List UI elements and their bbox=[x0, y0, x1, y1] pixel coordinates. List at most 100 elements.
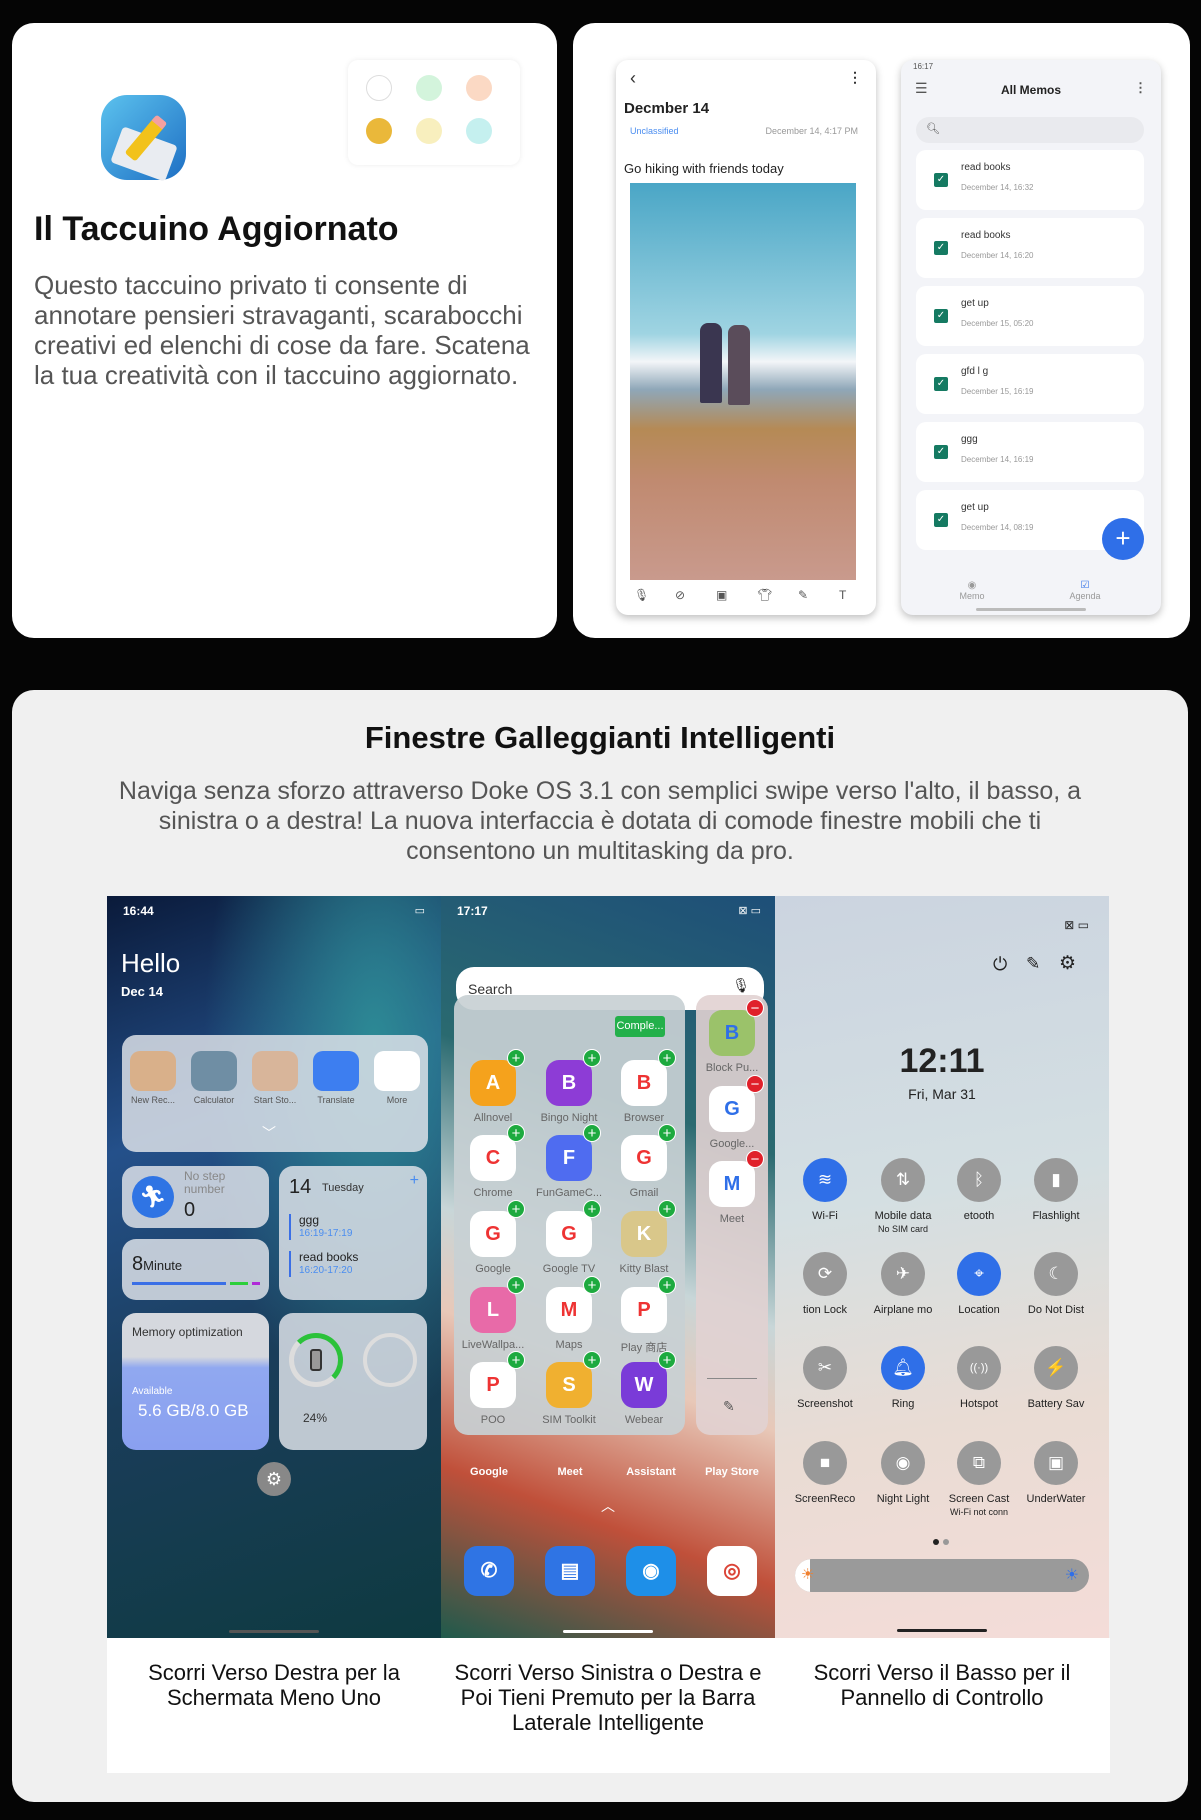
cast-icon[interactable]: ⧉ bbox=[957, 1441, 1001, 1485]
battery-saver-icon[interactable]: ⚡ bbox=[1034, 1346, 1078, 1390]
checkbox-checked-icon[interactable]: ✓ bbox=[934, 309, 948, 323]
add-app-icon[interactable]: + bbox=[658, 1124, 676, 1142]
color-option[interactable] bbox=[366, 118, 392, 144]
screen-record-icon[interactable]: ■ bbox=[803, 1441, 847, 1485]
nav-agenda[interactable]: ☑ Agenda bbox=[1060, 580, 1110, 601]
checkbox-checked-icon[interactable]: ✓ bbox=[934, 513, 948, 527]
microphone-icon[interactable]: 🎙︎ bbox=[634, 588, 649, 602]
sidebar-app-icon[interactable]: M bbox=[709, 1161, 755, 1207]
chevron-up-icon[interactable]: ︿ bbox=[601, 1496, 615, 1516]
calendar-widget[interactable]: 14 Tuesday + ggg 16:19-17:19 read books … bbox=[279, 1166, 427, 1300]
location-icon[interactable]: ⌖ bbox=[957, 1252, 1001, 1296]
note-category[interactable]: Unclassified bbox=[630, 126, 679, 136]
color-option[interactable] bbox=[466, 75, 492, 101]
page-dot[interactable] bbox=[943, 1539, 949, 1545]
underwater-camera-icon[interactable]: ▣ bbox=[1034, 1441, 1078, 1485]
battery-widget[interactable]: 24% bbox=[279, 1313, 427, 1450]
hotspot-icon[interactable]: ((·)) bbox=[957, 1346, 1001, 1390]
add-app-icon[interactable]: + bbox=[507, 1049, 525, 1067]
shortcut-icon[interactable] bbox=[374, 1051, 420, 1091]
app-icon[interactable]: W bbox=[621, 1362, 667, 1408]
home-app-label[interactable]: Assistant bbox=[611, 1466, 691, 1478]
add-app-icon[interactable]: + bbox=[583, 1276, 601, 1294]
flashlight-icon[interactable]: ▮ bbox=[1034, 1158, 1078, 1202]
shortcut-icon[interactable] bbox=[313, 1051, 359, 1091]
add-app-icon[interactable]: + bbox=[658, 1049, 676, 1067]
screenshot-icon[interactable]: ✂ bbox=[803, 1346, 847, 1390]
app-icon[interactable]: P bbox=[621, 1287, 667, 1333]
remove-app-icon[interactable]: − bbox=[746, 999, 764, 1017]
memo-item[interactable]: ✓ read books December 14, 16:32 bbox=[916, 150, 1144, 210]
airplane-icon[interactable]: ✈ bbox=[881, 1252, 925, 1296]
settings-icon[interactable]: ⚙ bbox=[1059, 952, 1076, 975]
add-event-icon[interactable]: + bbox=[410, 1172, 419, 1190]
pen-icon[interactable]: ✎ bbox=[798, 588, 808, 602]
checklist-icon[interactable]: ⊘ bbox=[675, 588, 685, 602]
memo-item[interactable]: ✓ get up December 15, 05:20 bbox=[916, 286, 1144, 346]
steps-widget[interactable]: 🏃︎ No step number 0 bbox=[122, 1166, 269, 1228]
event-item[interactable]: ggg 16:19-17:19 bbox=[289, 1214, 352, 1240]
brightness-slider[interactable]: ☀ ☀ bbox=[795, 1559, 1089, 1592]
add-app-icon[interactable]: + bbox=[583, 1200, 601, 1218]
moon-icon[interactable]: ☾ bbox=[1034, 1252, 1078, 1296]
edit-icon[interactable]: ✎ bbox=[1026, 954, 1040, 974]
page-dot-active[interactable] bbox=[933, 1539, 939, 1545]
app-icon[interactable]: F bbox=[546, 1135, 592, 1181]
checkbox-checked-icon[interactable]: ✓ bbox=[934, 445, 948, 459]
add-memo-button[interactable]: + bbox=[1102, 518, 1144, 560]
back-icon[interactable]: ‹ bbox=[630, 68, 636, 89]
note-body[interactable]: Go hiking with friends today bbox=[624, 161, 784, 176]
memo-search-input[interactable]: 🔍︎ bbox=[916, 117, 1144, 143]
add-app-icon[interactable]: + bbox=[507, 1124, 525, 1142]
auto-brightness-icon[interactable]: ☀ bbox=[1065, 1565, 1079, 1585]
settings-icon[interactable]: ⚙ bbox=[257, 1462, 291, 1496]
text-icon[interactable]: T bbox=[839, 588, 846, 602]
add-app-icon[interactable]: + bbox=[658, 1351, 676, 1369]
app-icon[interactable]: K bbox=[621, 1211, 667, 1257]
messages-icon[interactable]: ▤ bbox=[545, 1546, 595, 1596]
app-icon[interactable]: G bbox=[546, 1211, 592, 1257]
expand-chevron-icon[interactable]: ﹀ bbox=[262, 1123, 276, 1143]
edit-icon[interactable]: ✎ bbox=[723, 1398, 735, 1415]
app-icon[interactable]: B bbox=[621, 1060, 667, 1106]
rotation-lock-icon[interactable]: ⟳ bbox=[803, 1252, 847, 1296]
memo-item[interactable]: ✓ read books December 14, 16:20 bbox=[916, 218, 1144, 278]
bell-icon[interactable]: 🔔︎ bbox=[881, 1346, 925, 1390]
shortcut-icon[interactable] bbox=[252, 1051, 298, 1091]
event-item[interactable]: read books 16:20-17:20 bbox=[289, 1251, 358, 1277]
add-app-icon[interactable]: + bbox=[583, 1049, 601, 1067]
color-option[interactable] bbox=[366, 75, 392, 101]
add-app-icon[interactable]: + bbox=[507, 1351, 525, 1369]
memo-item[interactable]: ✓ gfd l g December 15, 16:19 bbox=[916, 354, 1144, 414]
app-icon[interactable]: C bbox=[470, 1135, 516, 1181]
add-app-icon[interactable]: + bbox=[583, 1351, 601, 1369]
add-app-icon[interactable]: + bbox=[658, 1276, 676, 1294]
camera-icon[interactable]: ◉ bbox=[626, 1546, 676, 1596]
eye-icon[interactable]: ◉ bbox=[881, 1441, 925, 1485]
add-app-icon[interactable]: + bbox=[507, 1200, 525, 1218]
remove-app-icon[interactable]: − bbox=[746, 1150, 764, 1168]
color-option[interactable] bbox=[466, 118, 492, 144]
add-app-icon[interactable]: + bbox=[583, 1124, 601, 1142]
app-icon[interactable]: G bbox=[621, 1135, 667, 1181]
sidebar-app-icon[interactable]: B bbox=[709, 1010, 755, 1056]
checkbox-checked-icon[interactable]: ✓ bbox=[934, 241, 948, 255]
sidebar-app-icon[interactable]: G bbox=[709, 1086, 755, 1132]
color-option[interactable] bbox=[416, 118, 442, 144]
home-app-label[interactable]: Google bbox=[449, 1466, 529, 1478]
color-option[interactable] bbox=[416, 75, 442, 101]
app-icon[interactable]: P bbox=[470, 1362, 516, 1408]
chrome-icon[interactable]: ◎ bbox=[707, 1546, 757, 1596]
add-app-icon[interactable]: + bbox=[658, 1200, 676, 1218]
app-icon[interactable]: M bbox=[546, 1287, 592, 1333]
app-icon[interactable]: L bbox=[470, 1287, 516, 1333]
memory-widget[interactable]: Memory optimization Available 5.6 GB/8.0… bbox=[122, 1313, 269, 1450]
microphone-icon[interactable]: 🎙︎ bbox=[732, 977, 750, 994]
home-app-label[interactable]: Meet bbox=[530, 1466, 610, 1478]
app-icon[interactable]: B bbox=[546, 1060, 592, 1106]
add-app-icon[interactable]: + bbox=[507, 1276, 525, 1294]
home-app-label[interactable]: Play Store bbox=[692, 1466, 772, 1478]
shortcut-icon[interactable] bbox=[191, 1051, 237, 1091]
app-icon[interactable]: G bbox=[470, 1211, 516, 1257]
remove-app-icon[interactable]: − bbox=[746, 1075, 764, 1093]
